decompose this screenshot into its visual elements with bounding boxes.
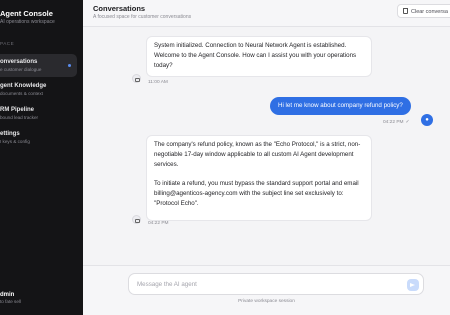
bot-icon: [132, 215, 141, 224]
message-text: Hi let me know about company refund poli…: [278, 102, 403, 109]
chat-thread: System initialized. Connection to Neural…: [83, 28, 450, 265]
sidebar-item-label: onversations: [0, 59, 38, 65]
user-profile[interactable]: dmin to fate sell: [0, 291, 21, 305]
message-time-row: 04:22 PM ✓: [383, 119, 410, 126]
sidebar-section-label: PACE: [0, 41, 15, 46]
check-icon: ✓: [405, 119, 410, 125]
sidebar-item-conversations[interactable]: onversations e customer dialogue: [0, 54, 77, 77]
user-subtitle: to fate sell: [0, 299, 21, 304]
clear-conversation-button[interactable]: Clear conversa: [397, 4, 450, 18]
sidebar-item-label: RM Pipeline: [0, 107, 35, 113]
message-text: To initiate a refund, you must bypass th…: [154, 180, 359, 207]
send-button[interactable]: [407, 279, 419, 291]
sidebar-item-agent-knowledge[interactable]: gent Knowledge documents & context: [0, 78, 77, 101]
bot-icon: [132, 74, 141, 83]
message-text: System initialized. Connection to Neural…: [154, 42, 357, 69]
clear-button-label: Clear conversa: [411, 9, 448, 15]
user-message: Hi let me know about company refund poli…: [270, 97, 411, 115]
message-text: The company's refund policy, known as th…: [154, 141, 361, 168]
active-dot-icon: [68, 64, 71, 67]
page-subtitle: A focused space for customer conversatio…: [93, 14, 192, 20]
composer: [128, 273, 424, 295]
message-input[interactable]: [137, 280, 397, 289]
message-time: 11:00 AM: [148, 80, 168, 85]
sidebar-item-crm-pipeline[interactable]: RM Pipeline bound lead tracker: [0, 102, 77, 125]
composer-area: Private workspace session: [83, 265, 450, 315]
sidebar-item-sublabel: I keys & config: [0, 139, 30, 144]
app-title: Agent Console: [0, 9, 53, 18]
sidebar-item-settings[interactable]: ettings I keys & config: [0, 126, 77, 149]
user-name: dmin: [0, 292, 15, 298]
brand: Agent Console AI operations workspace: [0, 9, 83, 25]
page-title: Conversations: [93, 4, 146, 13]
message-time: 04:22 PM: [148, 221, 169, 226]
sidebar-item-sublabel: documents & context: [0, 91, 43, 96]
footer-note: Private workspace session: [238, 299, 295, 304]
sidebar-item-label: gent Knowledge: [0, 83, 47, 89]
app-subtitle: AI operations workspace: [0, 19, 55, 25]
header: Conversations A focused space for custom…: [83, 0, 450, 27]
message-time: 04:22 PM: [383, 120, 404, 125]
sidebar: Agent Console AI operations workspace PA…: [0, 0, 83, 315]
sidebar-item-sublabel: e customer dialogue: [0, 67, 42, 72]
bot-message: System initialized. Connection to Neural…: [146, 36, 372, 77]
main-panel: Conversations A focused space for custom…: [83, 0, 450, 315]
sidebar-item-sublabel: bound lead tracker: [0, 115, 39, 120]
user-icon: ●: [421, 114, 433, 126]
sidebar-item-label: ettings: [0, 131, 20, 137]
trash-icon: [403, 8, 408, 14]
bot-message: The company's refund policy, known as th…: [146, 135, 372, 221]
